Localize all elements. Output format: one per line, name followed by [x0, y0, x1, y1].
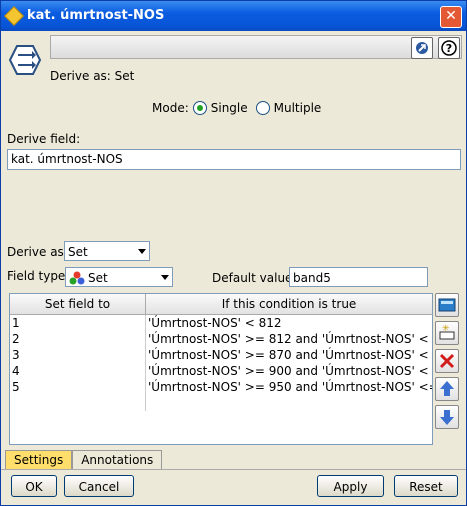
delete-icon [439, 353, 455, 369]
field-type-select[interactable]: Set [65, 267, 173, 287]
set-value-cell[interactable] [10, 395, 146, 411]
set-value-cell[interactable]: 5 [10, 379, 146, 395]
table-row[interactable] [10, 395, 432, 411]
table-header: Set field to If this condition is true [10, 294, 432, 315]
divider [1, 469, 466, 470]
condition-cell[interactable]: 'Úmrtnost-NOS' < 812 [146, 315, 432, 331]
derive-as-summary: Derive as: Set [50, 69, 135, 83]
column-header-set-field[interactable]: Set field to [10, 294, 146, 314]
title-bar[interactable]: kat. úmrtnost-NOS ✕ [1, 1, 466, 31]
header-bar [50, 35, 462, 59]
default-value-input[interactable]: band5 [289, 267, 428, 287]
field-type-label: Field type: [7, 269, 70, 283]
derive-node-icon [8, 45, 42, 75]
condition-cell[interactable]: 'Úmrtnost-NOS' >= 950 and 'Úmrtnost-NOS'… [146, 379, 432, 395]
table-row[interactable]: 2 'Úmrtnost-NOS' >= 812 and 'Úmrtnost-NOS… [10, 331, 432, 347]
default-value-label: Default value: [212, 271, 297, 285]
window-title: kat. úmrtnost-NOS [27, 8, 165, 23]
set-value-cell[interactable]: 2 [10, 331, 146, 347]
set-value-cell[interactable]: 4 [10, 363, 146, 379]
table-row[interactable]: 5 'Úmrtnost-NOS' >= 950 and 'Úmrtnost-NOS… [10, 379, 432, 395]
help-icon: ? [441, 40, 457, 56]
field-type-value: Set [88, 271, 108, 285]
mode-label: Mode: [152, 101, 189, 115]
derive-as-label: Derive as: [7, 245, 68, 259]
condition-cell[interactable] [146, 395, 432, 411]
derive-field-label: Derive field: [7, 132, 81, 146]
add-row-icon: ✳ [439, 324, 455, 340]
move-up-button[interactable] [435, 377, 459, 401]
condition-cell[interactable]: 'Úmrtnost-NOS' >= 870 and 'Úmrtnost-NOS'… [146, 347, 432, 363]
mode-multiple-label[interactable]: Multiple [274, 101, 322, 115]
svg-text:?: ? [446, 42, 452, 55]
dialog-window: kat. úmrtnost-NOS ✕ ? Derive as: Set Mod… [0, 0, 467, 506]
chevron-down-icon [161, 275, 169, 280]
delete-row-button[interactable] [435, 349, 459, 373]
arrow-up-icon [440, 381, 454, 396]
arrow-down-icon [440, 410, 454, 425]
table-row[interactable]: 1 'Úmrtnost-NOS' < 812 [10, 315, 432, 331]
svg-text:✳: ✳ [442, 324, 450, 334]
reset-button[interactable]: Reset [394, 475, 458, 497]
conditions-table[interactable]: Set field to If this condition is true 1… [9, 293, 433, 445]
app-diamond-icon [4, 6, 24, 26]
condition-cell[interactable]: 'Úmrtnost-NOS' >= 900 and 'Úmrtnost-NOS'… [146, 363, 432, 379]
column-header-condition[interactable]: If this condition is true [146, 294, 432, 314]
mode-single-label[interactable]: Single [211, 101, 248, 115]
condition-cell[interactable]: 'Úmrtnost-NOS' >= 812 and 'Úmrtnost-NOS'… [146, 331, 432, 347]
mode-selector: Mode: Single Multiple [152, 101, 321, 115]
table-row[interactable]: 4 'Úmrtnost-NOS' >= 900 and 'Úmrtnost-NOS… [10, 363, 432, 379]
tab-annotations[interactable]: Annotations [72, 450, 163, 469]
set-value-cell[interactable]: 3 [10, 347, 146, 363]
move-down-button[interactable] [435, 405, 459, 429]
arrow-expand-icon [416, 42, 428, 54]
cancel-button[interactable]: Cancel [64, 475, 134, 497]
apply-button[interactable]: Apply [317, 475, 384, 497]
chevron-down-icon [138, 249, 146, 254]
close-button[interactable]: ✕ [440, 6, 462, 28]
tab-settings[interactable]: Settings [5, 450, 73, 469]
set-value-cell[interactable]: 1 [10, 315, 146, 331]
tab-bar: Settings Annotations [5, 450, 163, 469]
mode-single-radio[interactable] [192, 101, 207, 115]
help-button[interactable]: ? [438, 37, 460, 59]
expression-builder-button[interactable] [435, 293, 459, 317]
set-type-icon [69, 271, 85, 285]
add-row-button[interactable]: ✳ [435, 321, 459, 345]
table-row[interactable]: 3 'Úmrtnost-NOS' >= 870 and 'Úmrtnost-NOS… [10, 347, 432, 363]
derive-as-select[interactable]: Set [64, 241, 150, 261]
expand-button[interactable] [411, 37, 433, 59]
ok-button[interactable]: OK [11, 475, 57, 497]
derive-field-input[interactable]: kat. úmrtnost-NOS [7, 149, 461, 170]
mode-multiple-radio[interactable] [255, 101, 270, 115]
calculator-icon [438, 298, 456, 312]
derive-as-value: Set [68, 245, 88, 259]
